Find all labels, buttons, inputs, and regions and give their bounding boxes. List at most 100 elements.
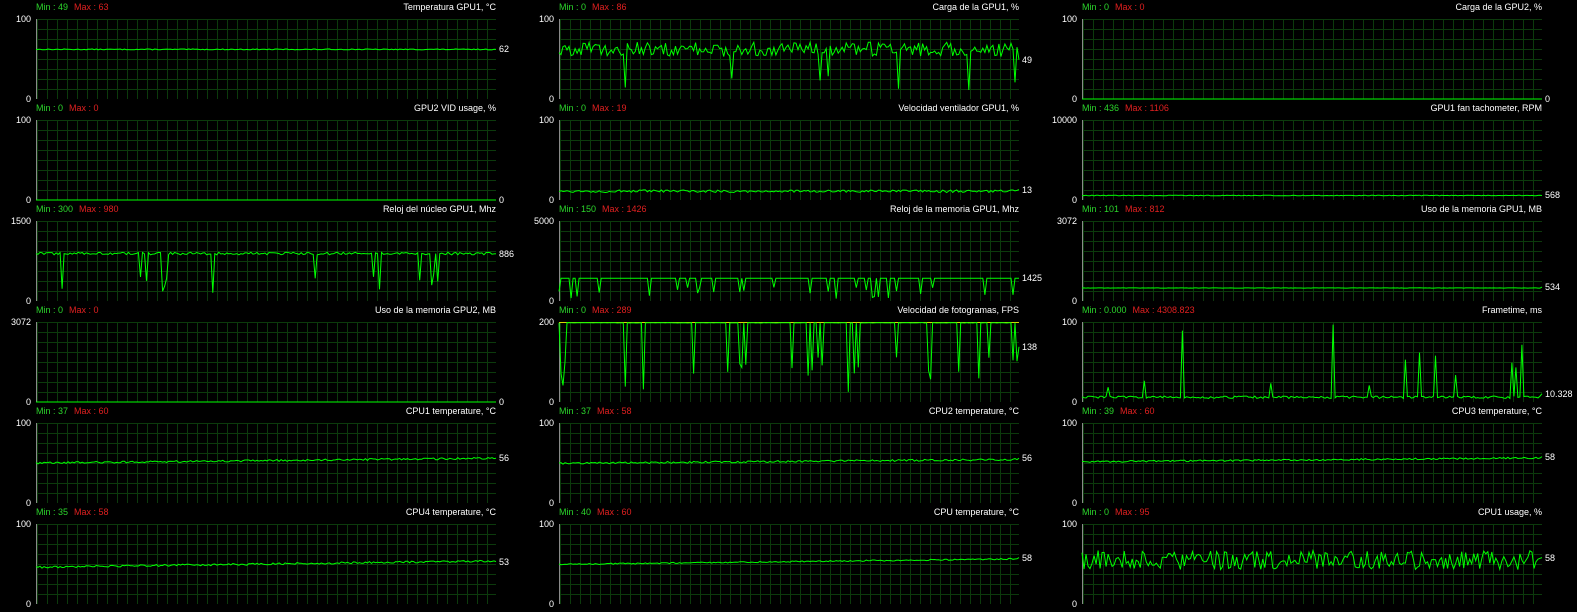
y-axis-max: 100: [538, 519, 554, 529]
graph-title: Uso de la memoria GPU2, MB: [374, 305, 496, 315]
y-axis-max: 1500: [10, 216, 31, 226]
min-value: Min : 0: [559, 305, 587, 315]
y-axis-max: 100: [15, 115, 31, 125]
graph-title: Temperatura GPU1, °C: [403, 2, 496, 12]
graph-trace: [36, 401, 496, 403]
max-value: Max : 19: [592, 103, 627, 113]
series-line: [558, 277, 1019, 299]
current-value: 10.328: [1545, 388, 1573, 399]
max-value: Max : 86: [592, 2, 627, 12]
series-line: [1081, 456, 1543, 463]
y-axis-max: 100: [15, 519, 31, 529]
y-axis-max: 100: [15, 14, 31, 24]
graph-title: Frametime, ms: [1481, 305, 1542, 315]
max-value: Max : 60: [1120, 406, 1155, 416]
graph-trace: [1081, 456, 1543, 463]
y-axis-min: 0: [548, 599, 554, 609]
graph-panel[interactable]: Min : 0 Max : 0 Carga de la GPU2, % 100 0 0: [1048, 2, 1567, 104]
y-axis-max: 100: [538, 115, 554, 125]
y-axis-max: 3072: [10, 317, 31, 327]
min-max-readout: Min : 49 Max : 63: [36, 2, 109, 12]
min-value: Min : 37: [559, 406, 592, 416]
graph-title: Reloj de la memoria GPU1, Mhz: [889, 204, 1019, 214]
max-value: Max : 4308.823: [1132, 305, 1195, 315]
graph-panel[interactable]: Min : 150 Max : 1426 Reloj de la memoria G…: [525, 204, 1044, 306]
graph-title: CPU1 temperature, °C: [405, 406, 496, 416]
min-value: Min : 0: [1082, 2, 1110, 12]
current-value: 534: [1545, 282, 1561, 293]
graph-panel[interactable]: Min : 101 Max : 812 Uso de la memoria GPU1…: [1048, 204, 1567, 306]
graph-panel[interactable]: Min : 0 Max : 0 GPU2 VID usage, % 100 0 0: [2, 103, 521, 205]
current-value: 56: [1022, 453, 1033, 464]
graph-panel[interactable]: Min : 0.000 Max : 4308.823 Frametime, ms 10…: [1048, 305, 1573, 407]
series-line: [558, 189, 1020, 194]
current-value: 49: [1022, 54, 1033, 65]
graph-trace: [1081, 324, 1543, 400]
max-value: Max : 0: [1115, 2, 1145, 12]
y-axis-max: 100: [1061, 14, 1077, 24]
graph-panel[interactable]: Min : 0 Max : 0 Uso de la memoria GPU2, MB…: [2, 305, 521, 407]
graph-panel[interactable]: Min : 37 Max : 60 CPU1 temperature, °C 100 0…: [2, 406, 521, 508]
min-value: Min : 101: [1082, 204, 1120, 214]
min-max-readout: Min : 0 Max : 289: [559, 305, 632, 315]
graph-panel[interactable]: Min : 35 Max : 58 CPU4 temperature, °C 100 0…: [2, 507, 521, 609]
max-value: Max : 0: [69, 305, 99, 315]
graph-trace: [558, 557, 1020, 566]
max-value: Max : 60: [74, 406, 109, 416]
min-value: Min : 37: [36, 406, 69, 416]
current-value: 56: [499, 453, 510, 464]
hardware-monitor-graphs: Min : 49 Max : 63 Temperatura GPU1, °C 100 0…: [0, 0, 1577, 612]
graph-trace: [1082, 194, 1543, 197]
graph-panel[interactable]: Min : 49 Max : 63 Temperatura GPU1, °C 100 0…: [2, 2, 521, 104]
min-value: Min : 0: [36, 103, 64, 113]
y-axis-min: 0: [25, 599, 31, 609]
min-max-readout: Min : 0 Max : 0: [36, 103, 99, 113]
min-value: Min : 0: [559, 103, 587, 113]
min-value: Min : 49: [36, 2, 69, 12]
graph-trace: [36, 199, 496, 201]
min-max-readout: Min : 436 Max : 1106: [1082, 103, 1169, 113]
current-value: 886: [499, 248, 515, 259]
graph-panel[interactable]: Min : 300 Max : 980 Reloj del núcleo GPU1,…: [2, 204, 521, 306]
series-line: [558, 457, 1020, 465]
min-max-readout: Min : 0 Max : 0: [1082, 2, 1145, 12]
series-line: [558, 557, 1020, 566]
graph-trace: [35, 559, 497, 569]
max-value: Max : 60: [597, 507, 632, 517]
y-axis-max: 100: [538, 14, 554, 24]
current-value: 58: [1545, 552, 1556, 563]
y-axis-max: 100: [1061, 418, 1077, 428]
current-value: 568: [1545, 190, 1561, 201]
graph-trace: [1082, 98, 1542, 100]
graph-trace: [1081, 286, 1543, 289]
graph-panel[interactable]: Min : 0 Max : 86 Carga de la GPU1, % 100 0 49: [525, 2, 1044, 104]
max-value: Max : 58: [74, 507, 109, 517]
max-value: Max : 980: [79, 204, 119, 214]
current-value: 58: [1545, 451, 1556, 462]
current-value: 62: [499, 44, 510, 55]
graph-panel[interactable]: Min : 40 Max : 60 CPU temperature, °C 100 0 5…: [525, 507, 1044, 609]
min-max-readout: Min : 39 Max : 60: [1082, 406, 1155, 416]
min-value: Min : 300: [36, 204, 74, 214]
graph-panel[interactable]: Min : 0 Max : 19 Velocidad ventilador GPU1…: [525, 103, 1044, 205]
current-value: 138: [1022, 341, 1038, 352]
graph-trace: [558, 40, 1020, 91]
min-value: Min : 436: [1082, 103, 1120, 113]
graph-panel[interactable]: Min : 0 Max : 289 Velocidad de fotogramas,…: [525, 305, 1044, 407]
graph-trace: [35, 251, 497, 293]
max-value: Max : 812: [1125, 204, 1165, 214]
min-max-readout: Min : 37 Max : 58: [559, 406, 632, 416]
min-value: Min : 39: [1082, 406, 1115, 416]
graph-panel[interactable]: Min : 436 Max : 1106 GPU1 fan tachometer, …: [1048, 103, 1567, 205]
graph-title: GPU2 VID usage, %: [413, 103, 496, 113]
graph-title: CPU2 temperature, °C: [928, 406, 1019, 416]
graph-panel[interactable]: Min : 37 Max : 58 CPU2 temperature, °C 100 0…: [525, 406, 1044, 508]
min-value: Min : 150: [559, 204, 597, 214]
graph-trace: [35, 48, 497, 51]
graph-title: CPU temperature, °C: [933, 507, 1019, 517]
graph-trace: [558, 189, 1020, 194]
graph-panel[interactable]: Min : 0 Max : 95 CPU1 usage, % 100 0 58: [1048, 507, 1567, 609]
min-max-readout: Min : 0 Max : 95: [1082, 507, 1150, 517]
graph-title: CPU3 temperature, °C: [1451, 406, 1542, 416]
graph-panel[interactable]: Min : 39 Max : 60 CPU3 temperature, °C 100 0…: [1048, 406, 1567, 508]
